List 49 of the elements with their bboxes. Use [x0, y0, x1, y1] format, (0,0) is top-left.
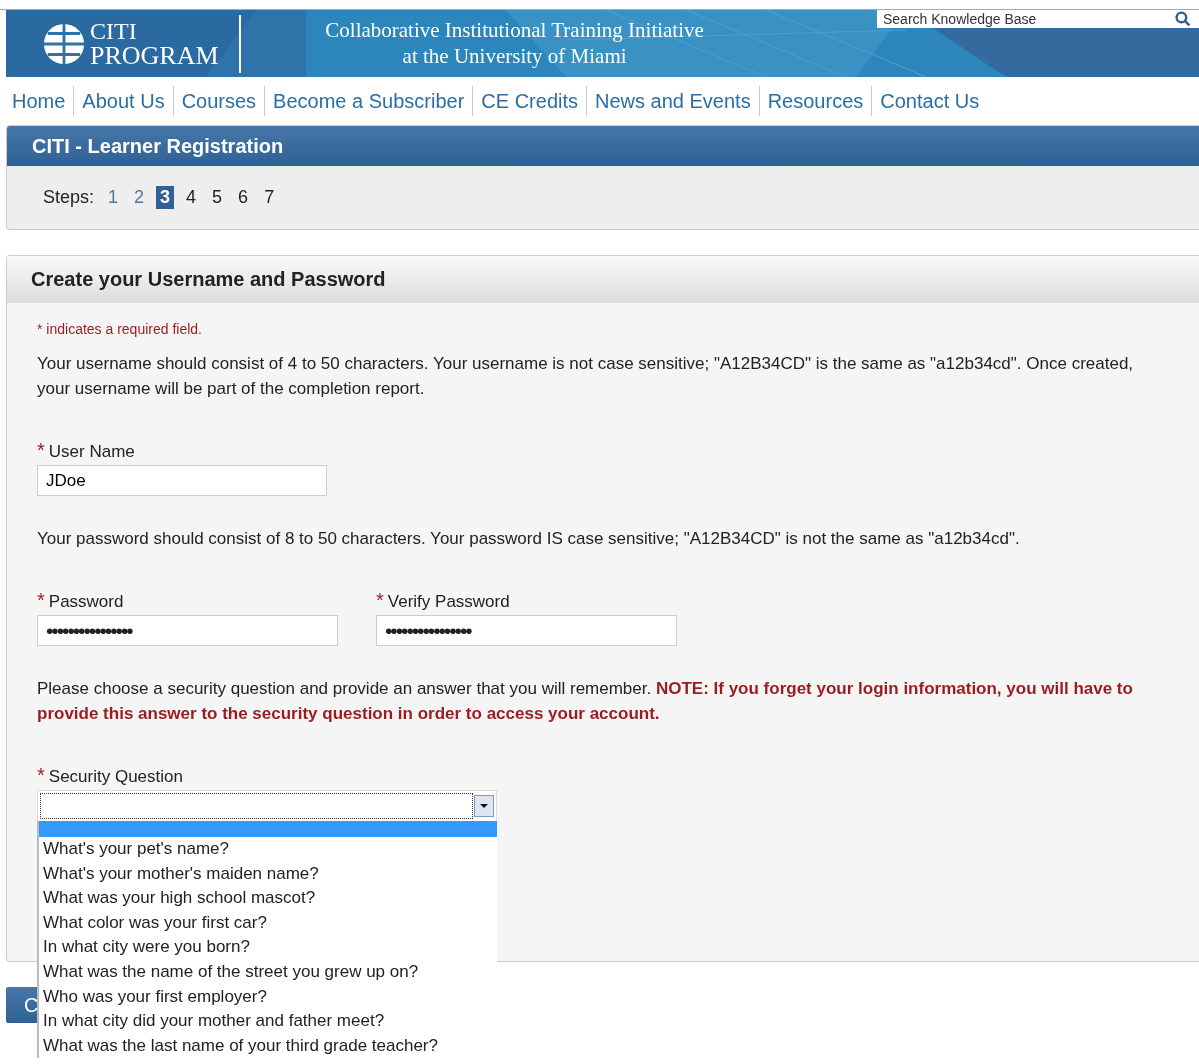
- required-marker: *: [37, 589, 45, 611]
- nav-link[interactable]: Courses: [172, 86, 265, 116]
- step-link[interactable]: 3: [156, 186, 175, 209]
- help-text: Your username should consist of 4 to 50 characters. Your username is not case sensitive; "A12B34CD" is the same as "a12b34cd". Once created, your username will be part of the completion report.: [37, 353, 1135, 400]
- help-text: Please choose a security question and provide an answer that you will remember. NOTE: If you forget your login information, you will have to provide this answer to the security question in order to access your account.: [37, 678, 1134, 725]
- step-link[interactable]: 6: [234, 186, 253, 209]
- field-label: Password: [48, 592, 124, 611]
- dropdown-option[interactable]: What was the last name of your third grade teacher?: [39, 1033, 497, 1059]
- step-link[interactable]: 4: [182, 186, 201, 209]
- nav-link[interactable]: Become a Subscriber: [264, 86, 473, 116]
- security-question-dropdown[interactable]: [37, 790, 497, 822]
- tagline-text: at the University of Miami: [402, 43, 627, 69]
- logo-text: CITI: [90, 18, 138, 43]
- nav-link[interactable]: Resources: [758, 86, 872, 116]
- password-field[interactable]: ••••••••••••••••: [376, 615, 677, 646]
- step-link[interactable]: 5: [208, 186, 227, 209]
- help-text: Your password should consist of 8 to 50 characters. Your password IS case sensitive; "A12B34CD" is not the same as "a12b34cd".: [37, 528, 1021, 550]
- field-label: User Name: [48, 442, 135, 461]
- search-field[interactable]: Search Knowledge Base: [877, 10, 1199, 28]
- required-marker: *: [37, 764, 45, 786]
- nav-link[interactable]: Home: [4, 86, 74, 116]
- step-link[interactable]: 1: [104, 186, 123, 209]
- field-label: Security Question: [48, 767, 183, 786]
- required-note: * indicates a required field.: [37, 321, 203, 337]
- username-field[interactable]: JDoe: [37, 465, 327, 496]
- field-label: Verify Password: [387, 592, 510, 611]
- password-field[interactable]: ••••••••••••••••: [37, 615, 338, 646]
- dropdown-option[interactable]: What was the name of the street you grew up on?: [39, 959, 497, 985]
- nav-link[interactable]: About Us: [73, 86, 173, 116]
- dropdown-option[interactable]: What's your pet's name?: [39, 837, 497, 862]
- caret-icon[interactable]: [474, 794, 494, 818]
- nav-link[interactable]: News and Events: [586, 86, 759, 116]
- required-marker: *: [376, 589, 384, 611]
- step-link[interactable]: 7: [260, 186, 279, 209]
- dropdown-option[interactable]: What was your high school mascot?: [39, 886, 497, 911]
- steps-label: Steps:: [43, 187, 95, 208]
- panel-title: Create your Username and Password: [31, 267, 386, 291]
- logo-subtext: PROGRAM: [90, 42, 219, 69]
- required-marker: *: [37, 439, 45, 461]
- dropdown-option[interactable]: In what city were you born?: [39, 935, 497, 960]
- nav-link[interactable]: Contact Us: [871, 86, 988, 116]
- dropdown-option[interactable]: What's your mother's maiden name?: [39, 861, 497, 887]
- globe-icon: [42, 21, 86, 66]
- step-link[interactable]: 2: [130, 186, 149, 209]
- dropdown-option[interactable]: What color was your first car?: [39, 910, 497, 936]
- nav-link[interactable]: CE Credits: [472, 86, 586, 116]
- section-title: CITI - Learner Registration: [32, 134, 284, 158]
- tagline-text: Collaborative Institutional Training Initiative: [325, 18, 704, 44]
- search-icon[interactable]: [1175, 11, 1191, 27]
